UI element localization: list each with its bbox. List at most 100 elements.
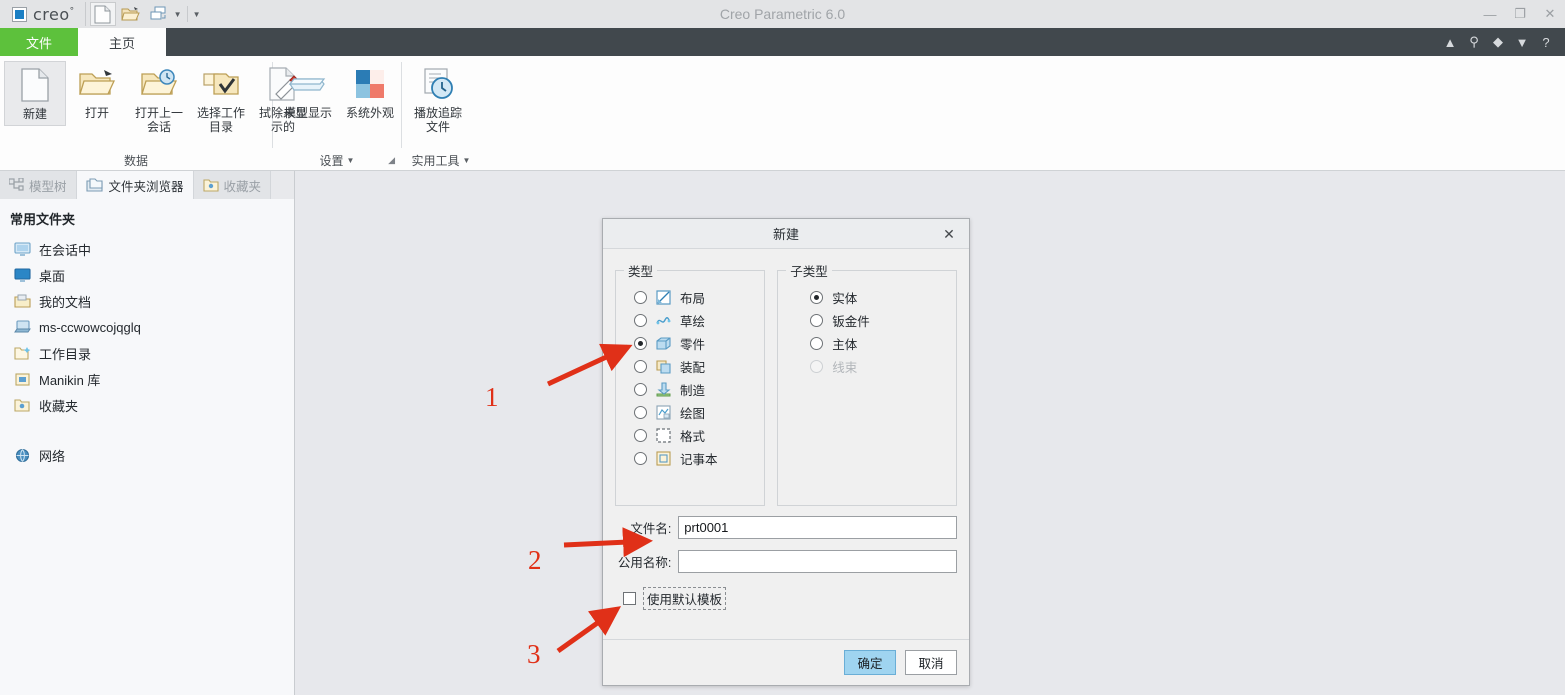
ok-button[interactable]: 确定 bbox=[844, 650, 896, 675]
qat-window-switch-button[interactable] bbox=[146, 2, 172, 26]
type-option-drawing[interactable]: 绘图 bbox=[620, 401, 760, 424]
qat-open-file-button[interactable] bbox=[118, 2, 144, 26]
tab-home[interactable]: 主页 bbox=[78, 28, 166, 56]
qat-new-file-button[interactable] bbox=[89, 2, 116, 26]
select-working-directory-icon bbox=[202, 65, 240, 103]
search-icon[interactable]: ⚲ bbox=[1463, 34, 1485, 50]
type-option-manufacturing[interactable]: 制造 bbox=[620, 378, 760, 401]
new-button-label: 新建 bbox=[22, 107, 47, 121]
sidebar-item-desktop-label: 桌面 bbox=[39, 268, 66, 284]
type-radio-assembly[interactable] bbox=[634, 360, 647, 373]
type-radio-notebook[interactable] bbox=[634, 452, 647, 465]
type-group-legend: 类型 bbox=[628, 265, 654, 279]
model-display-button[interactable]: 模型显示 bbox=[277, 61, 339, 124]
type-label-notebook: 记事本 bbox=[680, 453, 718, 467]
qat-divider bbox=[186, 6, 188, 22]
type-radio-layout[interactable] bbox=[634, 291, 647, 304]
sidebar-item-working-directory[interactable]: 工作目录 bbox=[0, 340, 294, 366]
utilities-chevron-down-icon[interactable]: ▼ bbox=[463, 156, 471, 165]
minimize-button[interactable]: — bbox=[1475, 0, 1505, 28]
sidebar-header: 常用文件夹 bbox=[10, 212, 76, 227]
type-radio-format[interactable] bbox=[634, 429, 647, 442]
type-label-part: 零件 bbox=[680, 338, 706, 352]
type-option-part[interactable]: 零件 bbox=[620, 332, 760, 355]
type-radio-drawing[interactable] bbox=[634, 406, 647, 419]
creo-wordmark-sup: ° bbox=[69, 6, 75, 17]
ribbon-group-utilities-label[interactable]: 实用工具 ▼ bbox=[402, 150, 480, 170]
sidebar-tab-favorites-label: 收藏夹 bbox=[223, 179, 262, 194]
ribbon-group-utilities: 播放追踪文件 实用工具 ▼ bbox=[402, 56, 480, 170]
cancel-button[interactable]: 取消 bbox=[905, 650, 957, 675]
learning-icon[interactable]: ◆ bbox=[1487, 34, 1509, 50]
subtype-label-solid: 实体 bbox=[832, 292, 858, 306]
ribbon-group-settings-label[interactable]: 设置 ▼ ◢ bbox=[273, 150, 401, 170]
sidebar-item-network[interactable]: 网络 bbox=[0, 442, 294, 468]
subtype-group: 子类型 实体 钣金件 主体 线束 bbox=[777, 261, 957, 506]
sidebar-item-in-session-label: 在会话中 bbox=[39, 242, 92, 258]
learning-dropdown-chevron-down-icon[interactable]: ▼ bbox=[1511, 35, 1533, 50]
type-label-sketch: 草绘 bbox=[680, 315, 706, 329]
dialog-close-icon[interactable]: ✕ bbox=[937, 219, 961, 249]
subtype-radio-body[interactable] bbox=[810, 337, 824, 350]
select-working-directory-button[interactable]: 选择工作目录 bbox=[190, 61, 252, 138]
type-option-notebook[interactable]: 记事本 bbox=[620, 447, 760, 470]
sidebar-item-my-documents[interactable]: 我的文档 bbox=[0, 288, 294, 314]
open-button[interactable]: 打开 bbox=[66, 61, 128, 124]
close-button[interactable]: ✕ bbox=[1535, 0, 1565, 28]
new-button[interactable]: 新建 bbox=[4, 61, 66, 126]
title-bar: creo° ▼ ▼ Creo Parametric 6.0 — ❐ ✕ bbox=[0, 0, 1565, 28]
sidebar-tab-folder-browser-label: 文件夹浏览器 bbox=[108, 179, 184, 194]
play-trail-file-icon bbox=[421, 65, 455, 103]
sidebar-item-desktop[interactable]: 桌面 bbox=[0, 262, 294, 288]
creo-mark-icon bbox=[12, 6, 27, 22]
type-option-assembly[interactable]: 装配 bbox=[620, 355, 760, 378]
common-name-input[interactable] bbox=[678, 549, 957, 573]
new-document-icon bbox=[20, 66, 50, 104]
tab-file[interactable]: 文件 bbox=[0, 28, 78, 56]
ribbon-group-data-label: 数据 bbox=[0, 150, 272, 170]
sidebar-item-favorites[interactable]: 收藏夹 bbox=[0, 392, 294, 418]
subtype-option-sheetmetal[interactable]: 钣金件 bbox=[782, 309, 952, 332]
sidebar-tab-folder-browser[interactable]: 文件夹浏览器 bbox=[76, 171, 194, 199]
settings-chevron-down-icon[interactable]: ▼ bbox=[347, 156, 355, 165]
type-option-format[interactable]: 格式 bbox=[620, 424, 760, 447]
type-option-sketch[interactable]: 草绘 bbox=[620, 309, 760, 332]
subtype-label-body: 主体 bbox=[832, 338, 858, 352]
type-radio-manufacturing[interactable] bbox=[634, 383, 647, 396]
sidebar-tab-model-tree-label: 模型树 bbox=[29, 179, 67, 194]
open-button-label: 打开 bbox=[84, 106, 109, 120]
use-default-template-row[interactable]: 使用默认模板 bbox=[623, 587, 957, 610]
sidebar-item-my-documents-label: 我的文档 bbox=[39, 294, 92, 310]
sidebar-tab-model-tree[interactable]: 模型树 bbox=[0, 171, 77, 199]
type-radio-sketch[interactable] bbox=[634, 314, 647, 327]
sidebar-tab-favorites[interactable]: 收藏夹 bbox=[193, 171, 272, 199]
in-session-icon bbox=[14, 241, 31, 256]
open-last-session-button[interactable]: 打开上一会话 bbox=[128, 61, 190, 138]
subtype-option-solid[interactable]: 实体 bbox=[782, 286, 952, 309]
qat-dropdown-chevron-down-icon[interactable]: ▼ bbox=[174, 10, 182, 19]
dialog-body: 类型 布局 草绘 零件 装配 制造 绘图 格式 记事本 子类型 实体 钣金件 主… bbox=[603, 249, 969, 610]
manikin-library-icon bbox=[15, 372, 30, 386]
subtype-radio-solid[interactable] bbox=[810, 291, 824, 304]
subtype-option-body[interactable]: 主体 bbox=[782, 332, 952, 355]
use-default-template-checkbox[interactable] bbox=[623, 592, 636, 605]
file-name-input[interactable] bbox=[678, 515, 957, 539]
settings-dialog-launcher-icon[interactable]: ◢ bbox=[388, 155, 395, 166]
help-icon[interactable]: ? bbox=[1535, 35, 1557, 50]
sidebar-item-computer[interactable]: ms-ccwowcojqglq bbox=[0, 314, 294, 340]
play-trail-file-button[interactable]: 播放追踪文件 bbox=[406, 61, 470, 138]
collapse-ribbon-icon[interactable]: ▲ bbox=[1439, 35, 1461, 50]
type-label-manufacturing: 制造 bbox=[680, 384, 706, 398]
type-radio-part[interactable] bbox=[634, 337, 647, 350]
sketch-icon bbox=[656, 317, 671, 325]
sidebar-item-in-session[interactable]: 在会话中 bbox=[0, 236, 294, 262]
quick-access-toolbar: ▼ ▼ bbox=[84, 2, 201, 26]
select-working-directory-button-label: 选择工作目录 bbox=[196, 106, 245, 134]
subtype-radio-sheetmetal[interactable] bbox=[810, 314, 824, 327]
type-option-layout[interactable]: 布局 bbox=[620, 286, 760, 309]
sidebar-item-manikin-library[interactable]: Manikin 库 bbox=[0, 366, 294, 392]
window-title: Creo Parametric 6.0 bbox=[719, 6, 846, 22]
system-appearance-button[interactable]: 系统外观 bbox=[339, 61, 401, 124]
qat-customize-chevron-down-icon[interactable]: ▼ bbox=[193, 10, 201, 19]
maximize-button[interactable]: ❐ bbox=[1505, 0, 1535, 28]
